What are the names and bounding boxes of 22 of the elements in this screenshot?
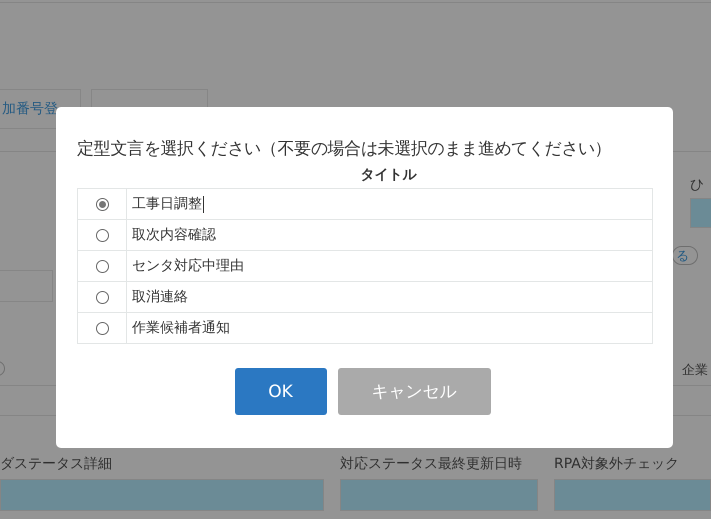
option-label[interactable]: 工事日調整	[132, 196, 202, 212]
input-field[interactable]	[554, 479, 711, 511]
field-label: ダステータス詳細	[0, 455, 113, 473]
radio-button[interactable]	[96, 198, 108, 211]
text-cursor	[203, 196, 204, 213]
field-label: RPA対象外チェック	[554, 455, 680, 473]
option-label[interactable]: センタ対応中理由	[132, 258, 244, 274]
field-label: 対応ステータス最終更新日時	[340, 455, 523, 473]
field-label: 企業	[682, 362, 708, 379]
column-header: タイトル	[360, 166, 418, 184]
input-field[interactable]	[340, 479, 538, 511]
ok-button[interactable]: OK	[234, 368, 326, 415]
input-field[interactable]	[0, 479, 324, 511]
radio-button[interactable]	[96, 322, 108, 335]
dialog-title: 定型文言を選択ください（不要の場合は未選択のまま進めてください）	[77, 138, 612, 160]
radio-button[interactable]	[96, 228, 108, 242]
radio-button[interactable]	[96, 260, 108, 273]
option-label[interactable]: 取消連絡	[132, 289, 188, 305]
option-label[interactable]: 取次内容確認	[132, 227, 216, 243]
radio-button[interactable]	[96, 290, 108, 304]
field-label: ひ	[690, 176, 704, 194]
option-label[interactable]: 作業候補者通知	[132, 320, 230, 336]
